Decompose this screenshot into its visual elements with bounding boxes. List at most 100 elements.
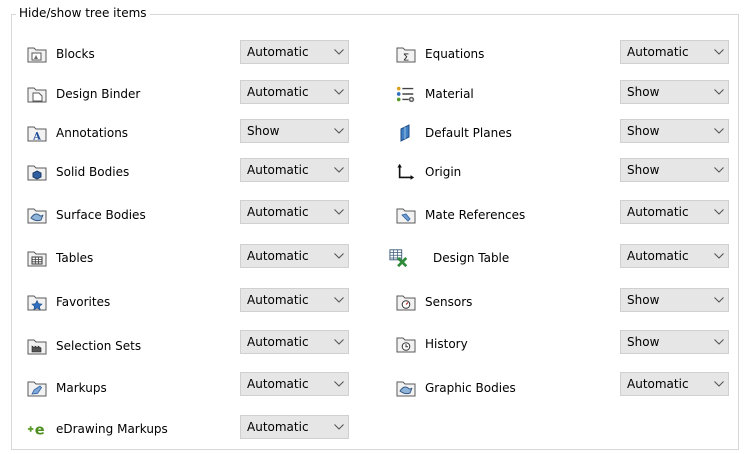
mate-references-folder-icon — [396, 205, 416, 225]
design-binder-visibility-dropdown[interactable]: Automatic — [240, 80, 349, 104]
annotations-folder-icon: A — [27, 123, 47, 143]
group-title: Hide/show tree items — [16, 6, 150, 20]
chevron-down-icon — [330, 415, 348, 439]
history-visibility-dropdown[interactable]: Show — [620, 330, 729, 354]
mate-references-visibility-dropdown[interactable]: Automatic — [620, 200, 729, 224]
tree-item-label: Material — [425, 87, 474, 101]
sensors-folder-icon — [396, 292, 416, 312]
tree-item-label: Markups — [56, 381, 107, 395]
sensors-visibility-dropdown[interactable]: Show — [620, 288, 729, 312]
dropdown-value: Automatic — [627, 249, 689, 263]
history-folder-icon — [396, 334, 416, 354]
tree-item-label: Selection Sets — [56, 339, 142, 353]
svg-text:A: A — [32, 132, 41, 143]
tree-item-label: Mate References — [425, 208, 526, 222]
svg-text:e: e — [35, 422, 45, 438]
tree-item-row-material: Material — [396, 82, 616, 106]
annotations-visibility-dropdown[interactable]: Show — [240, 119, 349, 143]
dropdown-value: Automatic — [247, 249, 309, 263]
origin-visibility-dropdown[interactable]: Show — [620, 158, 729, 182]
dropdown-value: Automatic — [627, 377, 689, 391]
solid-bodies-visibility-dropdown[interactable]: Automatic — [240, 158, 349, 182]
default-planes-icon — [396, 123, 416, 143]
solid-bodies-folder-icon — [27, 162, 47, 182]
dropdown-value: Automatic — [247, 377, 309, 391]
tree-item-label: eDrawing Markups — [56, 422, 168, 436]
chevron-down-icon — [710, 80, 728, 104]
chevron-down-icon — [330, 288, 348, 312]
tree-item-label: Tables — [56, 251, 94, 265]
dropdown-value: Automatic — [247, 163, 309, 177]
tree-item-row-sensors: Sensors — [396, 290, 616, 314]
dropdown-value: Show — [247, 124, 280, 138]
tree-item-label: Origin — [425, 165, 462, 179]
tables-folder-icon — [27, 248, 47, 268]
dropdown-value: Show — [627, 85, 660, 99]
chevron-down-icon — [710, 330, 728, 354]
chevron-down-icon — [330, 244, 348, 268]
dropdown-value: Automatic — [247, 205, 309, 219]
markups-visibility-dropdown[interactable]: Automatic — [240, 372, 349, 396]
graphic-bodies-folder-icon — [396, 378, 416, 398]
tree-item-row-graphic-bodies: Graphic Bodies — [396, 376, 616, 400]
edrawing-markups-visibility-dropdown[interactable]: Automatic — [240, 415, 349, 439]
chevron-down-icon — [710, 40, 728, 64]
tree-item-row-history: History — [396, 332, 616, 356]
surface-bodies-folder-icon — [27, 205, 47, 225]
design-table-visibility-dropdown[interactable]: Automatic — [620, 244, 729, 268]
chevron-down-icon — [710, 372, 728, 396]
material-visibility-dropdown[interactable]: Show — [620, 80, 729, 104]
tree-item-label: Default Planes — [425, 126, 512, 140]
material-icon — [396, 84, 416, 104]
default-planes-visibility-dropdown[interactable]: Show — [620, 119, 729, 143]
equations-visibility-dropdown[interactable]: Automatic — [620, 40, 729, 64]
tree-item-label: Annotations — [56, 126, 129, 140]
tree-item-label: Surface Bodies — [56, 208, 146, 222]
tree-item-label: History — [425, 337, 468, 351]
tree-item-row-mate-references: Mate References — [396, 203, 616, 227]
blocks-visibility-dropdown[interactable]: Automatic — [240, 40, 349, 64]
dropdown-value: Automatic — [247, 293, 309, 307]
chevron-down-icon — [330, 372, 348, 396]
tree-item-row-default-planes: Default Planes — [396, 121, 616, 145]
dropdown-value: Automatic — [247, 420, 309, 434]
chevron-down-icon — [710, 244, 728, 268]
tree-item-label: Graphic Bodies — [425, 381, 516, 395]
tree-item-label: Design Binder — [56, 87, 141, 101]
blocks-folder-icon — [27, 44, 47, 64]
chevron-down-icon — [330, 330, 348, 354]
selection-sets-visibility-dropdown[interactable]: Automatic — [240, 330, 349, 354]
tree-item-row-design-table: Design Table — [389, 246, 616, 270]
chevron-down-icon — [330, 200, 348, 224]
equations-folder-icon: Σ — [396, 44, 416, 64]
surface-bodies-visibility-dropdown[interactable]: Automatic — [240, 200, 349, 224]
origin-icon — [396, 162, 416, 182]
chevron-down-icon — [330, 158, 348, 182]
tree-item-label: Blocks — [56, 47, 95, 61]
chevron-down-icon — [710, 119, 728, 143]
tree-item-label: Equations — [425, 47, 485, 61]
favorites-folder-icon — [27, 292, 47, 312]
selection-sets-folder-icon — [27, 336, 47, 356]
dropdown-value: Automatic — [627, 205, 689, 219]
chevron-down-icon — [710, 288, 728, 312]
markups-folder-icon — [27, 378, 47, 398]
dropdown-value: Automatic — [627, 45, 689, 59]
dropdown-value: Show — [627, 293, 660, 307]
tree-item-label: Sensors — [425, 295, 473, 309]
favorites-visibility-dropdown[interactable]: Automatic — [240, 288, 349, 312]
chevron-down-icon — [330, 40, 348, 64]
tree-item-row-equations: Σ Equations — [396, 42, 616, 66]
dropdown-value: Show — [627, 335, 660, 349]
tree-item-row-origin: Origin — [396, 160, 616, 184]
edrawing-markups-icon: e — [27, 419, 47, 439]
design-table-icon — [389, 248, 409, 268]
tables-visibility-dropdown[interactable]: Automatic — [240, 244, 349, 268]
svg-text:Σ: Σ — [403, 53, 409, 64]
tree-item-label: Solid Bodies — [56, 165, 130, 179]
tree-item-label: Design Table — [433, 251, 510, 265]
dropdown-value: Show — [627, 124, 660, 138]
chevron-down-icon — [710, 200, 728, 224]
chevron-down-icon — [330, 119, 348, 143]
graphic-bodies-visibility-dropdown[interactable]: Automatic — [620, 372, 729, 396]
